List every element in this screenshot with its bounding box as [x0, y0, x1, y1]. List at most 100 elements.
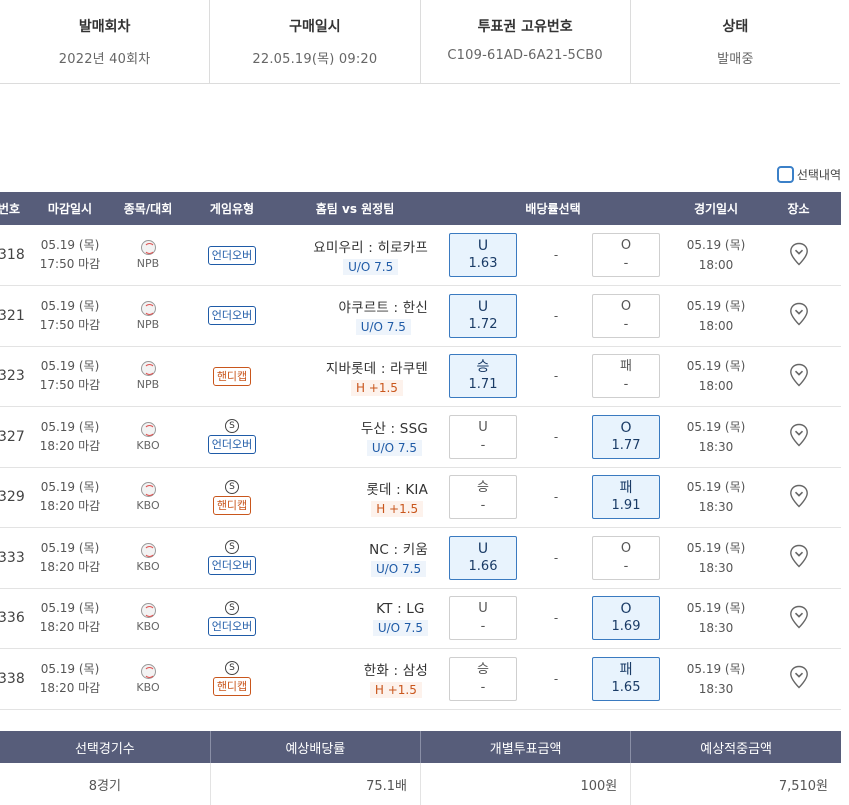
draw-value: -: [536, 225, 576, 286]
odds-option-1[interactable]: U 1.66: [449, 535, 517, 580]
odds-option-2[interactable]: O 1.69: [592, 596, 661, 641]
odds-option-2[interactable]: 패 1.65: [592, 656, 661, 701]
game-type-badge: 언더오버: [207, 306, 257, 326]
odds-option-1[interactable]: U -: [449, 414, 517, 459]
odds-option-1[interactable]: U -: [449, 596, 517, 641]
map-pin-icon[interactable]: [789, 363, 809, 387]
odds-option-2[interactable]: O -: [592, 233, 661, 277]
odds-option-value: 1.91: [611, 498, 641, 514]
deadline: 05.19 (목) 17:50 마감: [28, 346, 112, 407]
match-teams: 요미우리 : 히로카프: [313, 239, 428, 256]
table-row: 323 05.19 (목) 17:50 마감 NPB 핸디캡 지바롯데 : 라쿠…: [0, 346, 842, 407]
odds-option-label: O: [620, 540, 632, 556]
sport-cell: KBO: [112, 588, 184, 649]
odds-option-label: 패: [619, 661, 633, 678]
map-pin-icon[interactable]: [789, 242, 809, 266]
game-type-cell: S 언더오버: [184, 588, 280, 649]
map-pin-icon[interactable]: [789, 302, 809, 326]
odds-option-value: 1.66: [468, 558, 498, 574]
baseball-icon: [140, 421, 156, 437]
odds-option-2[interactable]: O -: [592, 293, 661, 338]
info-label: 발매회차: [78, 19, 131, 35]
deadline: 05.19 (목) 17:50 마감: [28, 225, 112, 286]
venue-cell: [756, 406, 842, 468]
game-type-cell: S 핸디캡: [184, 467, 280, 528]
odds-option-label: O: [620, 419, 632, 436]
summary-games: 8경기: [0, 763, 211, 805]
odds-option-2-cell: 패 -: [576, 346, 677, 407]
odds-option-label: U: [478, 419, 488, 435]
match-cell: KT : LG U/O 7.5: [280, 588, 430, 649]
summary-header-games: 선택경기수: [0, 731, 211, 763]
deadline-time: 17:50 마감: [39, 378, 101, 393]
venue-cell: [756, 648, 842, 710]
map-pin-icon[interactable]: [789, 544, 809, 568]
draw-value: -: [536, 285, 576, 347]
league-name: KBO: [136, 680, 160, 694]
odds-option-value: 1.69: [611, 619, 641, 635]
info-purchase-date: 구매일시 22.05.19(목) 09:20: [210, 0, 421, 83]
game-number: 336: [0, 610, 25, 627]
deadline: 05.19 (목) 18:20 마감: [28, 588, 112, 649]
odds-option-value: 1.65: [611, 679, 641, 695]
game-time: 05.19 (목) 18:00: [676, 225, 757, 286]
deadline-date: 05.19 (목): [40, 601, 100, 616]
game-type-badge: 언더오버: [207, 616, 257, 636]
game-number-cell: 327: [0, 406, 28, 468]
odds-option-2[interactable]: O 1.77: [592, 414, 661, 459]
odds-option-1[interactable]: U 1.63: [449, 233, 517, 277]
odds-option-value: -: [480, 679, 486, 695]
header-gtype: 게임유형: [184, 192, 280, 225]
odds-option-value: 1.63: [468, 256, 498, 271]
odds-option-value: -: [623, 316, 629, 332]
info-ticket-id: 투표권 고유번호 C109-61AD-6A21-5CB0: [421, 0, 631, 83]
map-pin-icon[interactable]: [789, 423, 809, 447]
game-date: 05.19 (목): [686, 661, 746, 676]
odds-option-label: U: [477, 238, 489, 254]
summary-row: 8경기 75.1배 100원 7,510원: [0, 763, 841, 805]
match-cell: 두산 : SSG U/O 7.5: [280, 406, 430, 468]
deadline-time: 17:50 마감: [39, 257, 101, 271]
odds-option-1[interactable]: 승 -: [449, 656, 517, 701]
odds-option-1[interactable]: 승 -: [449, 475, 517, 520]
selection-checkbox[interactable]: [776, 166, 794, 183]
venue-cell: [756, 588, 842, 649]
game-time: 05.19 (목) 18:00: [676, 346, 757, 407]
venue-cell: [756, 225, 842, 286]
selection-toggle[interactable]: 선택내역: [776, 166, 841, 183]
game-number-cell: 321: [0, 285, 28, 347]
summary-payout: 7,510원: [778, 778, 828, 794]
map-pin-icon[interactable]: [789, 665, 809, 689]
sport-cell: NPB: [112, 225, 184, 286]
odds-option-1-cell: 승 -: [430, 648, 536, 710]
map-pin-icon[interactable]: [789, 605, 809, 629]
deadline-time: 18:20 마감: [39, 620, 101, 635]
odds-option-1[interactable]: U 1.72: [449, 293, 517, 338]
odds-option-label: 승: [476, 359, 490, 376]
game-number: 333: [0, 549, 25, 566]
odds-option-1[interactable]: 승 1.71: [449, 354, 517, 399]
special-badge: S: [225, 479, 239, 494]
match-condition: U/O 7.5: [355, 319, 411, 336]
deadline-date: 05.19 (목): [40, 480, 100, 495]
odds-option-2[interactable]: O -: [592, 535, 661, 580]
draw-value: -: [536, 648, 576, 710]
odds-option-2[interactable]: 패 -: [592, 354, 661, 399]
league-name: KBO: [136, 620, 160, 634]
odds-option-2-cell: 패 1.91: [576, 467, 677, 528]
game-hour: 18:30: [698, 500, 734, 515]
map-pin-icon[interactable]: [789, 484, 809, 508]
table-row: 338 05.19 (목) 18:20 마감 KBO S 핸디캡 한화 : 삼성…: [0, 648, 842, 710]
game-number: 323: [0, 368, 25, 385]
table-header-row: 번호 마감일시 종목/대회 게임유형 홈팀 vs 원정팀 배당률선택 경기일시 …: [0, 192, 842, 225]
game-type-badge: 언더오버: [207, 245, 257, 265]
table-row: 318 05.19 (목) 17:50 마감 NPB 언더오버 요미우리 : 히…: [0, 225, 842, 286]
match-cell: 롯데 : KIA H +1.5: [280, 467, 430, 528]
game-type-badge: 언더오버: [207, 435, 257, 455]
sport-cell: KBO: [112, 406, 184, 468]
bet-summary: 선택경기수 예상배당률 개별투표금액 예상적중금액 8경기 75.1배 100원…: [0, 731, 841, 805]
odds-option-2[interactable]: 패 1.91: [592, 475, 661, 520]
info-label: 상태: [722, 19, 749, 35]
league-name: NPB: [136, 257, 160, 270]
match-condition: H +1.5: [371, 500, 424, 517]
